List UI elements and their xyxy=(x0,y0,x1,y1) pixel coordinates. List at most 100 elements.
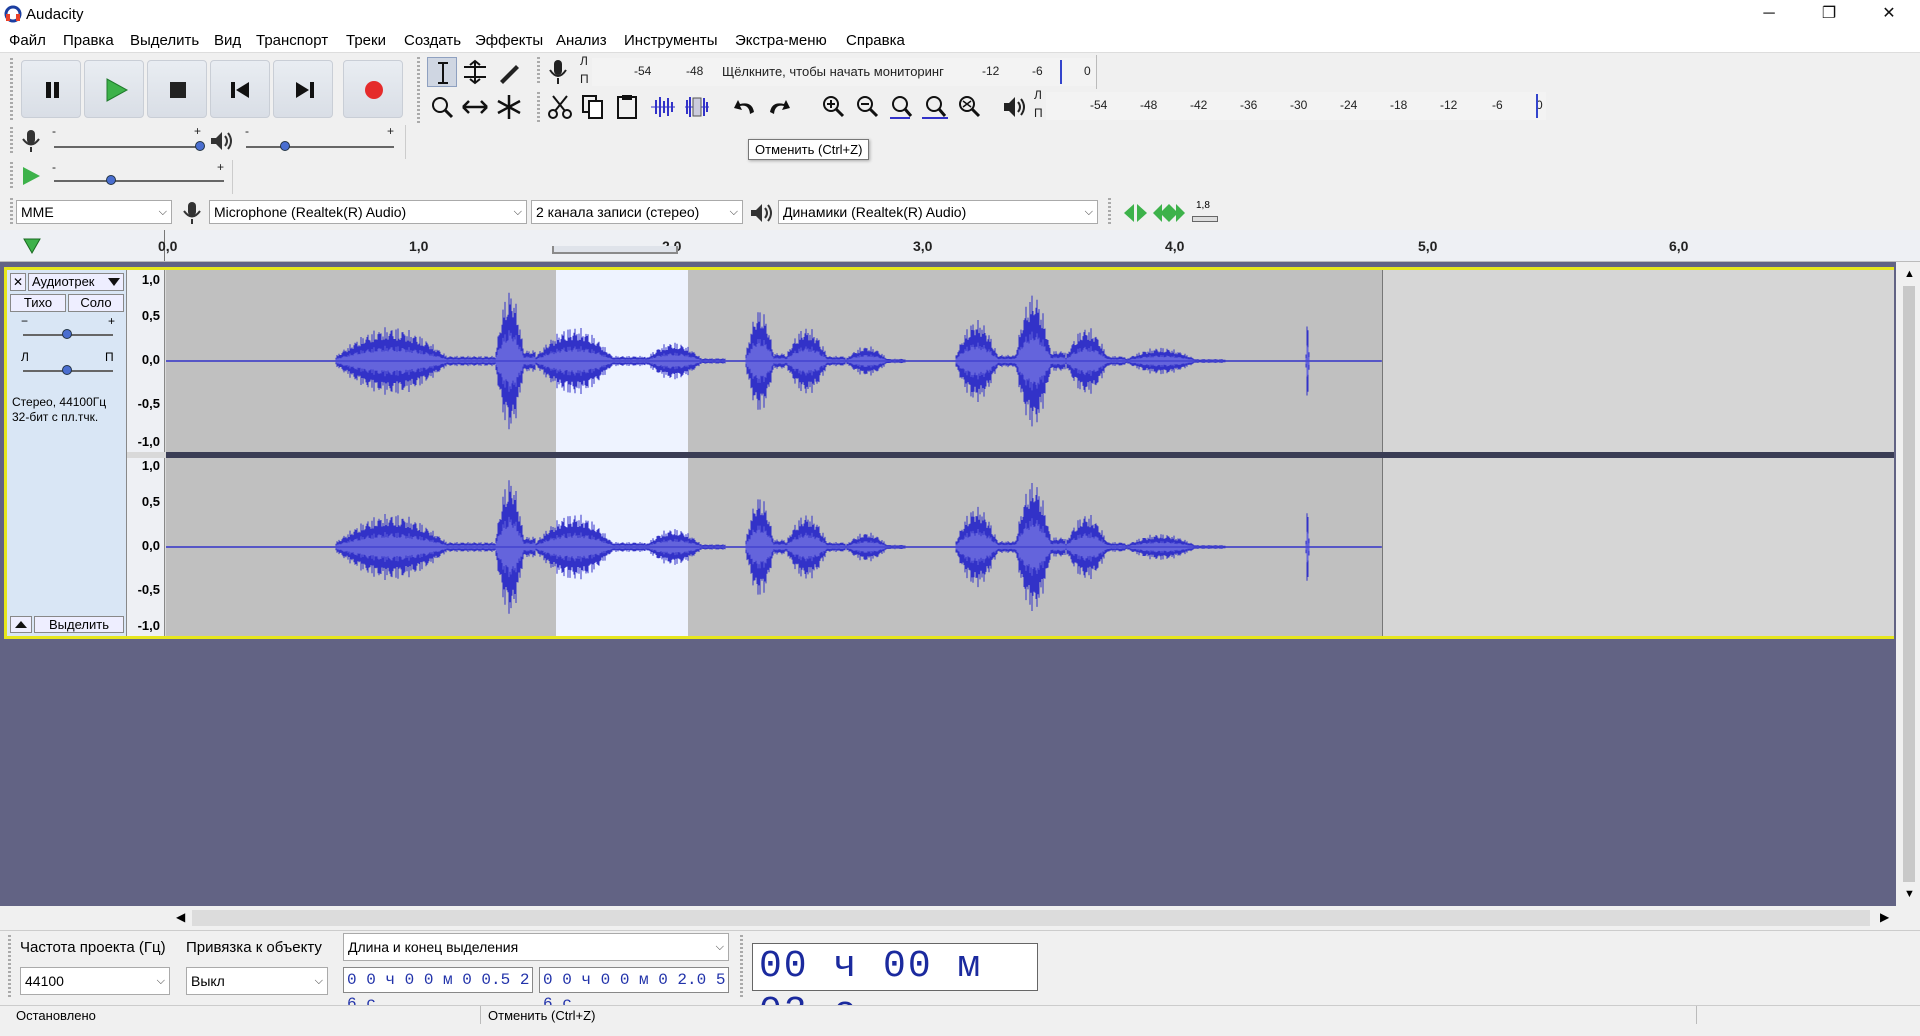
fit-project-icon[interactable] xyxy=(920,92,950,122)
menu-effects[interactable]: Эффекты xyxy=(475,32,543,49)
audio-track[interactable]: ✕ Аудиотрек Тихо Соло − + Л П Стерео, 44… xyxy=(4,267,1894,639)
channel-left[interactable] xyxy=(166,270,1894,452)
seek-icon[interactable] xyxy=(1152,200,1186,226)
audio-position-display[interactable]: 00 ч 00 м 02 с xyxy=(752,943,1038,1034)
restore-button[interactable]: ❐ xyxy=(1806,0,1852,28)
zoom-tool[interactable] xyxy=(427,92,457,122)
silence-audio-icon[interactable] xyxy=(682,92,712,122)
toolbar-grip[interactable] xyxy=(10,162,13,190)
menu-file[interactable]: Файл xyxy=(9,32,46,49)
channel-right[interactable] xyxy=(166,458,1894,636)
toolbar-grip[interactable] xyxy=(10,127,13,155)
zoom-toggle-icon[interactable] xyxy=(954,92,984,122)
gain-knob[interactable] xyxy=(62,329,72,339)
scrub-ruler-button[interactable]: 1,8 xyxy=(1190,200,1220,226)
solo-button[interactable]: Соло xyxy=(68,294,124,312)
trim-audio-icon[interactable] xyxy=(648,92,678,122)
amplitude-ruler-top[interactable]: 1,0 0,5 0,0 -0,5 -1,0 xyxy=(127,270,165,452)
paste-icon[interactable] xyxy=(612,92,642,122)
scroll-down-icon[interactable]: ▼ xyxy=(1904,888,1915,900)
menu-select[interactable]: Выделить xyxy=(130,32,199,49)
copy-icon[interactable] xyxy=(578,92,608,122)
menu-tools[interactable]: Инструменты xyxy=(624,32,718,49)
stop-button[interactable] xyxy=(147,60,207,118)
zoom-out-icon[interactable] xyxy=(852,92,882,122)
timeline-ruler[interactable]: 0,0 1,0 2,0 3,0 4,0 5,0 6,0 xyxy=(0,230,1920,262)
track-area[interactable]: ✕ Аудиотрек Тихо Соло − + Л П Стерео, 44… xyxy=(0,262,1896,906)
ruler-label: 3,0 xyxy=(913,238,933,254)
draw-tool[interactable] xyxy=(494,57,524,87)
mute-button[interactable]: Тихо xyxy=(10,294,66,312)
fit-selection-icon[interactable] xyxy=(886,92,916,122)
skip-end-button[interactable] xyxy=(273,60,333,118)
audio-host-select[interactable]: MME ⌵ xyxy=(16,200,172,224)
track-control-panel[interactable]: ✕ Аудиотрек Тихо Соло − + Л П Стерео, 44… xyxy=(7,270,127,636)
track-name-menu[interactable]: Аудиотрек xyxy=(28,273,124,291)
menu-help[interactable]: Справка xyxy=(846,32,905,49)
toolbar-grip[interactable] xyxy=(417,57,420,123)
menu-view[interactable]: Вид xyxy=(214,32,241,49)
playback-meter[interactable]: -54 -48 -42 -36 -30 -24 -18 -12 -6 0 xyxy=(1046,92,1546,120)
amplitude-label: 0,5 xyxy=(141,308,160,323)
selection-length-field[interactable]: 0 0 ч 0 0 м 0 0.5 2 6 с xyxy=(343,967,533,1013)
menu-extra[interactable]: Экстра-меню xyxy=(735,32,827,49)
multi-tool[interactable] xyxy=(494,92,524,122)
toolbar-grip[interactable] xyxy=(537,92,540,122)
toolbar-grip[interactable] xyxy=(740,935,743,999)
menu-analyze[interactable]: Анализ xyxy=(556,32,607,49)
recording-channels-select[interactable]: 2 канала записи (стерео) ⌵ xyxy=(531,200,743,224)
time-shift-tool[interactable] xyxy=(460,92,490,122)
scroll-left-icon[interactable]: ◀ xyxy=(176,910,185,924)
select-track-button[interactable]: Выделить xyxy=(34,616,124,633)
record-button[interactable] xyxy=(343,60,403,118)
scroll-right-icon[interactable]: ▶ xyxy=(1880,910,1889,924)
undo-icon[interactable] xyxy=(730,92,760,122)
close-window-button[interactable]: ✕ xyxy=(1866,0,1912,28)
selection-tool[interactable] xyxy=(427,57,457,87)
play-speed-slider[interactable] xyxy=(54,180,224,182)
play-button[interactable] xyxy=(84,60,144,118)
skip-start-button[interactable] xyxy=(210,60,270,118)
toolbar-grip[interactable] xyxy=(10,198,13,226)
horizontal-scrollbar[interactable] xyxy=(192,910,1870,926)
scroll-up-icon[interactable]: ▲ xyxy=(1904,268,1915,280)
recording-device-select[interactable]: Microphone (Realtek(R) Audio) ⌵ xyxy=(209,200,527,224)
toolbar-grip[interactable] xyxy=(8,935,11,999)
ruler-selection-bracket[interactable] xyxy=(552,246,678,254)
record-volume-slider[interactable] xyxy=(54,146,200,148)
zoom-in-icon[interactable] xyxy=(818,92,848,122)
pause-button[interactable] xyxy=(21,60,81,118)
project-rate-select[interactable]: 44100 ⌵ xyxy=(20,967,170,995)
selection-end-field[interactable]: 0 0 ч 0 0 м 0 2.0 5 6 с xyxy=(539,967,729,1013)
playback-volume-knob[interactable] xyxy=(280,141,290,151)
scrub-icon[interactable] xyxy=(1122,200,1150,226)
redo-icon[interactable] xyxy=(764,92,794,122)
cut-icon[interactable] xyxy=(545,92,575,122)
close-track-button[interactable]: ✕ xyxy=(10,273,26,291)
minimize-button[interactable]: ─ xyxy=(1746,0,1792,28)
playback-volume-slider[interactable] xyxy=(246,146,394,148)
menu-edit[interactable]: Правка xyxy=(63,32,114,49)
toolbar-grip[interactable] xyxy=(537,57,540,85)
menu-tracks[interactable]: Треки xyxy=(346,32,386,49)
pin-playhead-icon[interactable] xyxy=(22,236,42,256)
collapse-track-icon[interactable] xyxy=(10,616,32,633)
record-meter[interactable]: -54 -48 Щёлкните, чтобы начать мониторин… xyxy=(592,58,1096,86)
envelope-tool[interactable] xyxy=(460,57,490,87)
vertical-scroll-thumb[interactable] xyxy=(1903,286,1915,882)
snap-to-select[interactable]: Выкл ⌵ xyxy=(186,967,328,995)
record-volume-knob[interactable] xyxy=(195,141,205,151)
menu-generate[interactable]: Создать xyxy=(404,32,461,49)
pan-knob[interactable] xyxy=(62,365,72,375)
play-at-speed-icon[interactable] xyxy=(18,163,44,189)
vertical-scrollbar[interactable]: ▲ ▼ xyxy=(1900,268,1918,904)
amplitude-ruler-bottom[interactable]: 1,0 0,5 0,0 -0,5 -1,0 xyxy=(127,458,165,636)
play-speed-knob[interactable] xyxy=(106,175,116,185)
slider-max-label: + xyxy=(387,124,395,138)
menu-transport[interactable]: Транспорт xyxy=(256,32,328,49)
selection-mode-select[interactable]: Длина и конец выделения ⌵ xyxy=(343,933,729,961)
playback-device-select[interactable]: Динамики (Realtek(R) Audio) ⌵ xyxy=(778,200,1098,224)
asterisk-icon xyxy=(497,95,521,119)
toolbar-grip[interactable] xyxy=(10,58,13,120)
toolbar-grip[interactable] xyxy=(1108,198,1111,226)
